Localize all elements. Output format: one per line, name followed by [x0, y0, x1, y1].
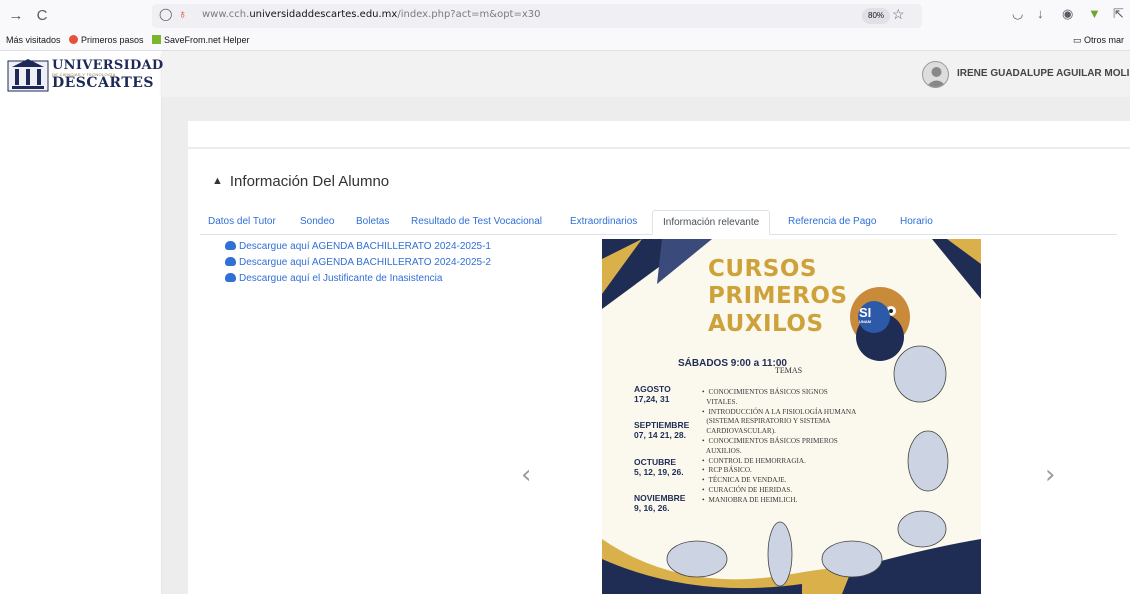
tab-relevant-info[interactable]: Información relevante: [652, 210, 771, 235]
back-arrow-icon[interactable]: →: [6, 6, 26, 26]
poster-topic: CONTROL DE HEMORRAGIA.: [702, 457, 856, 467]
card-header: [188, 121, 1130, 147]
user-menu[interactable]: IRENE GUADALUPE AGUILAR MOLINA ˅: [957, 68, 1130, 79]
poster-month: OCTUBRE 5, 12, 19, 26.: [634, 457, 684, 477]
bookmark-getting-started[interactable]: Primeros pasos: [69, 35, 144, 45]
tab-payment-reference[interactable]: Referencia de Pago: [788, 210, 876, 235]
bookmark-savefrom[interactable]: SaveFrom.net Helper: [152, 35, 250, 45]
page-title: ▲ Información Del Alumno: [212, 173, 390, 190]
cloud-download-icon: [225, 241, 236, 250]
poster-title-line-1: CURSOS: [708, 256, 817, 282]
download-link-agenda-2[interactable]: Descargue aquí AGENDA BACHILLERATO 2024-…: [225, 257, 491, 268]
poster-topic: • AUXILIOS.: [705, 446, 742, 455]
cloud-download-icon: [225, 257, 236, 266]
cloud-download-icon: [225, 273, 236, 282]
chevron-left-icon[interactable]: ‹: [521, 460, 531, 490]
url-bar[interactable]: ◯ ♁ www.cch.universidaddescartes.edu.mx/…: [152, 4, 922, 28]
share-icon[interactable]: ⇱: [1113, 6, 1124, 22]
sidebar: [0, 97, 162, 594]
poster-schedule: SÁBADOS 9:00 a 11:00: [678, 358, 787, 369]
poster-topic: CURACIÓN DE HERIDAS.: [702, 486, 856, 496]
poster-badge: SI: [859, 305, 872, 320]
poster-topic: • VITALES.: [706, 397, 738, 406]
poster-topic: RCP BÁSICO.: [702, 466, 856, 476]
download-link-absence[interactable]: Descargue aquí el Justificante de Inasis…: [225, 273, 442, 284]
zoom-level[interactable]: 80%: [862, 8, 891, 24]
poster-month: SEPTIEMBRE 07, 14 21, 28.: [634, 420, 690, 440]
user-icon: ▲: [212, 175, 223, 187]
poster-month: AGOSTO 17,24, 31: [634, 384, 671, 404]
star-icon[interactable]: ☆: [892, 6, 905, 23]
tab-report-cards[interactable]: Boletas: [356, 210, 389, 235]
poster-topic: • (SISTEMA RESPIRATORIO Y SISTEMA: [706, 417, 831, 426]
savefrom-icon: [152, 35, 161, 44]
logo-name: DESCARTES: [52, 75, 155, 91]
other-bookmarks[interactable]: ▭ Otros mar: [1073, 35, 1124, 46]
shield-icon[interactable]: ◯: [159, 7, 172, 21]
download-icon[interactable]: ↓: [1037, 6, 1044, 21]
poster-title-line-3: AUXILOS: [708, 311, 824, 337]
reload-icon[interactable]: C: [32, 6, 52, 26]
tab-survey[interactable]: Sondeo: [300, 210, 334, 235]
first-aid-course-poster: CURSOS PRIMEROS AUXILOS SI UNAM SÁBADOS …: [602, 239, 981, 594]
poster-topics: CONOCIMIENTOS BÁSICOS SIGNOS • VITALES. …: [702, 388, 856, 506]
tab-bar: Datos del Tutor Sondeo Boletas Resultado…: [200, 210, 1117, 235]
poster-topic: MANIOBRA DE HEIMLICH.: [702, 496, 856, 506]
poster-topic: • CARDIOVASCULAR).: [706, 427, 776, 436]
poster-topic: TÉCNICA DE VENDAJE.: [702, 476, 856, 486]
chevron-right-icon[interactable]: ›: [1045, 460, 1055, 490]
poster-topic: CONOCIMIENTOS BÁSICOS PRIMEROS: [702, 437, 856, 447]
poster-badge-sub: UNAM: [859, 319, 871, 324]
browser-toolbar: → C ◯ ♁ www.cch.universidaddescartes.edu…: [0, 0, 1130, 31]
tab-vocational-test[interactable]: Resultado de Test Vocacional: [411, 210, 542, 235]
tab-schedule[interactable]: Horario: [900, 210, 933, 235]
firefox-icon: [69, 35, 78, 44]
download-link-agenda-1[interactable]: Descargue aquí AGENDA BACHILLERATO 2024-…: [225, 241, 491, 252]
folder-icon: ▭: [1073, 35, 1085, 45]
pocket-icon[interactable]: ◡: [1012, 6, 1023, 22]
poster-topic: INTRODUCCIÓN A LA FISIOLOGÍA HUMANA: [702, 408, 857, 418]
logo-title: UNIVERSIDAD: [52, 58, 164, 73]
poster-topic: CONOCIMIENTOS BÁSICOS SIGNOS: [702, 388, 856, 398]
bookmarks-bar: Más visitados Primeros pasos SaveFrom.ne…: [0, 31, 1130, 51]
url-text[interactable]: www.cch.universidaddescartes.edu.mx/inde…: [202, 9, 540, 20]
tab-extraordinary[interactable]: Extraordinarios: [570, 210, 637, 235]
bookmark-most-visited[interactable]: Más visitados: [6, 35, 61, 45]
extension-icon[interactable]: ▼: [1088, 6, 1101, 21]
lock-icon[interactable]: ♁: [178, 7, 187, 21]
poster-month: NOVIEMBRE 9, 16, 26.: [634, 493, 686, 513]
avatar[interactable]: [922, 61, 949, 88]
poster-title-line-2: PRIMEROS: [708, 283, 848, 309]
tab-tutor-data[interactable]: Datos del Tutor: [208, 210, 276, 235]
poster-topics-label: TEMAS: [775, 366, 803, 375]
account-icon[interactable]: ◉: [1062, 6, 1073, 22]
